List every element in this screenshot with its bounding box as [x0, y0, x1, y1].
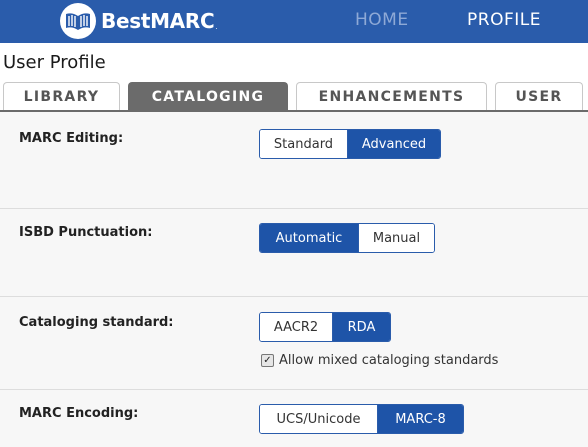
- row-divider: [0, 208, 588, 209]
- marc-editing-toggle: Standard Advanced: [259, 129, 441, 159]
- allow-mixed-standards-row: ✓ Allow mixed cataloging standards: [261, 353, 498, 368]
- nav-profile-link[interactable]: PROFILE: [467, 10, 541, 30]
- aacr2-button[interactable]: AACR2: [260, 313, 332, 341]
- ucs-unicode-button[interactable]: UCS/Unicode: [260, 405, 377, 433]
- brand-name: BestMARC: [101, 9, 215, 33]
- isbd-manual-button[interactable]: Manual: [358, 224, 434, 252]
- book-icon: [60, 3, 96, 39]
- marc-8-button[interactable]: MARC-8: [377, 405, 463, 433]
- marc-editing-label: MARC Editing:: [19, 131, 124, 146]
- page-title: User Profile: [3, 52, 106, 73]
- isbd-punctuation-label: ISBD Punctuation:: [19, 225, 153, 240]
- row-divider: [0, 296, 588, 297]
- allow-mixed-standards-label: Allow mixed cataloging standards: [279, 353, 499, 368]
- nav-home-link[interactable]: HOME: [355, 10, 409, 30]
- brand-trademark: .: [215, 23, 218, 31]
- tab-cataloging[interactable]: CATALOGING: [128, 82, 288, 110]
- allow-mixed-standards-checkbox[interactable]: ✓: [261, 354, 274, 367]
- rda-button[interactable]: RDA: [332, 313, 390, 341]
- row-divider: [0, 389, 588, 390]
- tab-enhancements[interactable]: ENHANCEMENTS: [296, 82, 487, 110]
- marc-editing-standard-button[interactable]: Standard: [260, 130, 347, 158]
- tab-library[interactable]: LIBRARY: [3, 82, 120, 110]
- cataloging-standard-toggle: AACR2 RDA: [259, 312, 391, 342]
- isbd-punctuation-toggle: Automatic Manual: [259, 223, 435, 253]
- cataloging-settings-panel: [0, 112, 588, 447]
- marc-editing-advanced-button[interactable]: Advanced: [347, 130, 440, 158]
- top-nav-bar: BestMARC . HOME PROFILE: [0, 0, 588, 43]
- marc-encoding-toggle: UCS/Unicode MARC-8: [259, 404, 464, 434]
- marc-encoding-label: MARC Encoding:: [19, 406, 139, 421]
- tab-user[interactable]: USER: [495, 82, 583, 110]
- cataloging-standard-label: Cataloging standard:: [19, 315, 174, 330]
- isbd-automatic-button[interactable]: Automatic: [260, 224, 358, 252]
- brand-logo[interactable]: BestMARC .: [60, 3, 218, 39]
